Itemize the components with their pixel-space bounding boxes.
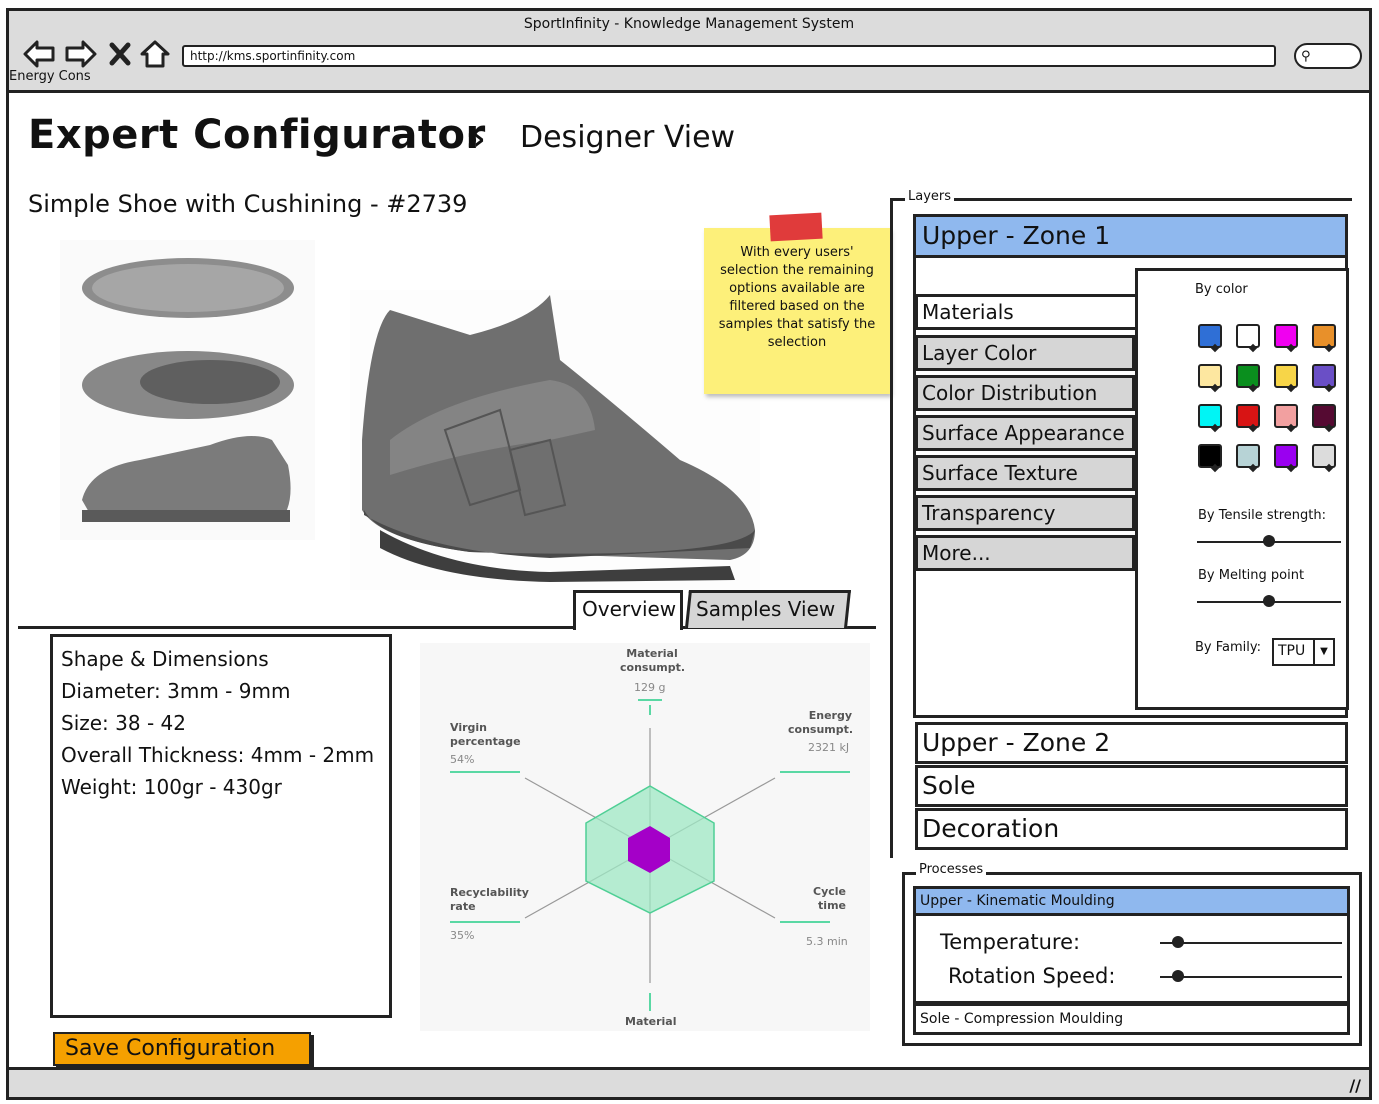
- radar-value-material-consumpt: 129 g: [634, 681, 666, 694]
- filter-family-label: By Family:: [1195, 640, 1262, 655]
- sticky-note: With every users' selection the remainin…: [704, 228, 890, 394]
- color-swatch[interactable]: [1312, 364, 1336, 388]
- forward-arrow-icon[interactable]: [65, 39, 97, 69]
- sustainability-radar-chart: Material consumpt. 129 g Energy consumpt…: [420, 643, 870, 1031]
- stop-icon[interactable]: [107, 39, 133, 69]
- color-swatch[interactable]: [1274, 444, 1298, 468]
- tab-samples-view-label: Samples View: [696, 597, 836, 621]
- home-icon[interactable]: [139, 39, 171, 69]
- radar-label-energy-consumpt: Energy consumpt.: [788, 709, 854, 736]
- color-swatch[interactable]: [1236, 404, 1260, 428]
- address-bar[interactable]: http://kms.sportinfinity.com: [182, 45, 1276, 67]
- radar-value-energy-consumpt: 2321 kJ: [808, 741, 850, 754]
- category-surface-appearance[interactable]: Surface Appearance: [915, 415, 1135, 451]
- radar-value-virgin-percentage: 54%: [450, 753, 475, 766]
- color-swatch[interactable]: [1236, 324, 1260, 348]
- category-transparency[interactable]: Transparency: [915, 495, 1135, 531]
- category-more[interactable]: More...: [915, 535, 1135, 571]
- search-field[interactable]: ⚲: [1294, 43, 1362, 69]
- energy-cons-tab[interactable]: Energy Cons: [9, 69, 91, 84]
- color-swatch[interactable]: [1274, 364, 1298, 388]
- layer-decoration[interactable]: Decoration: [915, 808, 1348, 850]
- shoe-thumbnails-image: [60, 240, 315, 540]
- color-swatch[interactable]: [1312, 404, 1336, 428]
- processes-legend: Processes: [916, 862, 987, 877]
- color-swatch[interactable]: [1198, 404, 1222, 428]
- rotation-speed-slider-track[interactable]: [1160, 976, 1342, 978]
- param-rotation-speed-label: Rotation Speed:: [948, 964, 1116, 988]
- layers-legend: Layers: [905, 189, 955, 204]
- back-arrow-icon[interactable]: [23, 39, 55, 69]
- category-layer-color[interactable]: Layer Color: [915, 335, 1135, 371]
- tab-samples-view[interactable]: Samples View: [685, 590, 851, 628]
- view-title: Designer View: [520, 120, 736, 155]
- radar-label-material-consumpt: Material consumpt.: [620, 647, 686, 674]
- radar-value-recyclability: 35%: [450, 929, 475, 942]
- param-temperature-label: Temperature:: [940, 930, 1081, 954]
- dimension-weight: Weight: 100gr - 430gr: [61, 775, 282, 799]
- dimensions-heading: Shape & Dimensions: [61, 647, 269, 671]
- dimension-size: Size: 38 - 42: [61, 711, 186, 735]
- process-sole-compression-moulding[interactable]: Sole - Compression Moulding: [913, 1003, 1350, 1035]
- color-swatch[interactable]: [1312, 324, 1336, 348]
- category-color-distribution[interactable]: Color Distribution: [915, 375, 1135, 411]
- category-materials[interactable]: Materials: [915, 294, 1135, 330]
- radar-label-cycle-time: Cycle time: [813, 885, 846, 912]
- melting-slider-knob[interactable]: [1263, 595, 1275, 607]
- radar-svg: [450, 699, 850, 1011]
- radar-label-recyclability: Recyclability rate: [450, 886, 529, 913]
- layer-upper-zone-1[interactable]: Upper - Zone 1: [913, 214, 1348, 258]
- process-upper-kinematic-moulding[interactable]: Upper - Kinematic Moulding: [913, 886, 1350, 916]
- color-swatch[interactable]: [1236, 364, 1260, 388]
- layer-sole[interactable]: Sole: [915, 765, 1348, 807]
- filter-melting-label: By Melting point: [1198, 568, 1305, 583]
- window-title: SportInfinity - Knowledge Management Sys…: [523, 16, 855, 32]
- radar-value-cycle-time: 5.3 min: [806, 935, 848, 948]
- tab-overview[interactable]: Overview: [573, 590, 683, 630]
- shoe-3d-render-image: [350, 290, 760, 590]
- color-swatch[interactable]: [1274, 324, 1298, 348]
- dimension-diameter: Diameter: 3mm - 9mm: [61, 679, 291, 703]
- radar-label-material: Material: [625, 1015, 677, 1028]
- page-title: Expert Configurator: [28, 112, 486, 158]
- chevron-down-icon[interactable]: ▼: [1313, 640, 1333, 664]
- breadcrumb-separator: »: [466, 122, 486, 157]
- search-icon: ⚲: [1301, 49, 1311, 64]
- color-swatch[interactable]: [1198, 444, 1222, 468]
- color-swatch[interactable]: [1312, 444, 1336, 468]
- browser-titlebar: SportInfinity - Knowledge Management Sys…: [9, 11, 1369, 93]
- product-title: Simple Shoe with Cushining - #2739: [28, 190, 468, 218]
- family-select-value: TPU: [1278, 643, 1306, 659]
- color-swatch[interactable]: [1198, 364, 1222, 388]
- category-surface-texture[interactable]: Surface Texture: [915, 455, 1135, 491]
- radar-label-virgin-percentage: Virgin percentage: [450, 721, 521, 748]
- layer-upper-zone-2[interactable]: Upper - Zone 2: [915, 722, 1348, 764]
- sticky-tape: [769, 212, 823, 242]
- color-swatch[interactable]: [1198, 324, 1222, 348]
- dimensions-panel: Shape & Dimensions Diameter: 3mm - 9mm S…: [50, 634, 392, 1018]
- dimension-thickness: Overall Thickness: 4mm - 2mm: [61, 743, 375, 767]
- filter-by-color-label: By color: [1195, 282, 1248, 297]
- resize-grip-icon[interactable]: //: [1349, 1076, 1361, 1095]
- color-swatch[interactable]: [1274, 404, 1298, 428]
- save-configuration-button[interactable]: Save Configuration: [53, 1032, 311, 1066]
- family-select[interactable]: TPU ▼: [1272, 638, 1335, 666]
- tensile-slider-knob[interactable]: [1263, 535, 1275, 547]
- status-bar: //: [9, 1067, 1369, 1097]
- temperature-slider-track[interactable]: [1160, 942, 1342, 944]
- color-swatch[interactable]: [1236, 444, 1260, 468]
- filter-tensile-label: By Tensile strength:: [1198, 508, 1326, 523]
